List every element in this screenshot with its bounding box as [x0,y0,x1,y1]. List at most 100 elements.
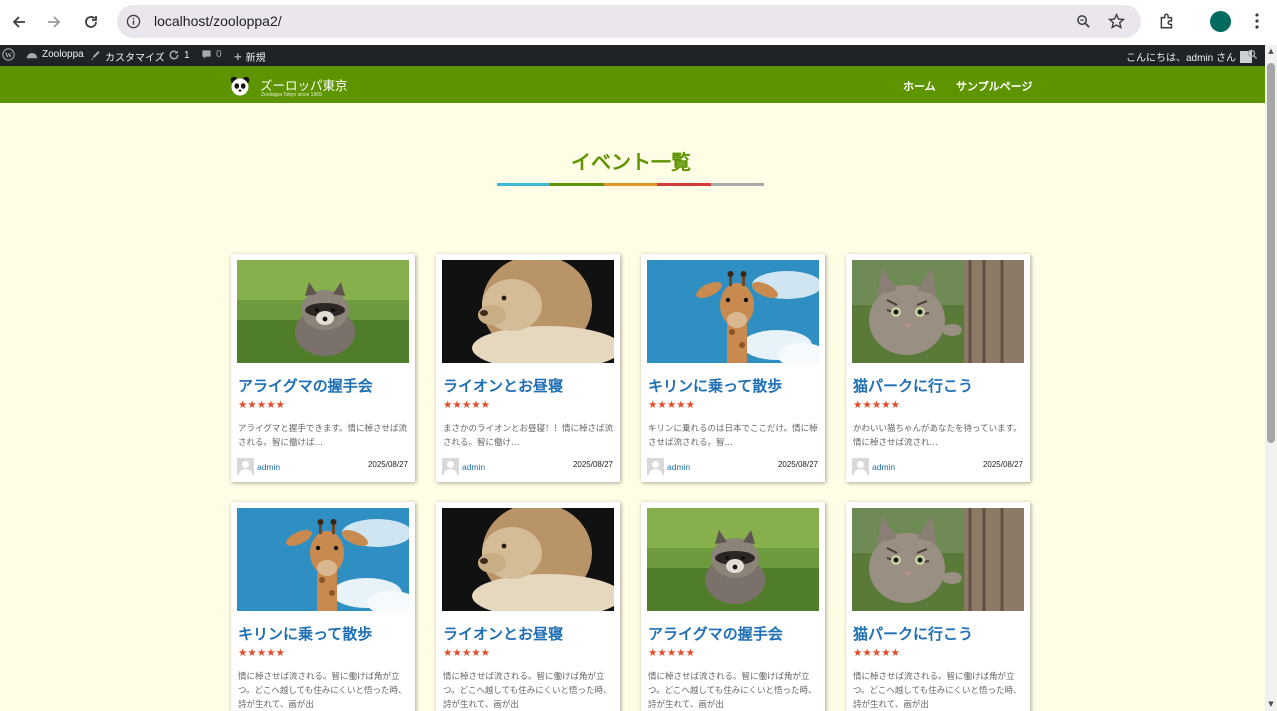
profile-avatar[interactable] [1210,11,1231,32]
back-icon[interactable] [8,11,30,33]
admin-bar-new-label: 新規 [245,53,266,64]
event-rating: ★★★★★ [238,399,286,411]
admin-bar-new[interactable]: + 新規 [234,48,266,65]
event-excerpt: 情に棹させば流される。智に働けば角が立つ。どこへ越しても住みにくいと悟った時、詩… [853,672,1022,710]
event-title[interactable]: アライグマの握手会 [648,623,783,644]
admin-bar-customize-label: カスタマイズ [105,53,165,64]
event-excerpt: 情に棹させば流される。智に働けば角が立つ。どこへ越しても住みにくいと悟った時、詩… [238,672,407,710]
event-excerpt: キリンに乗れるのは日本でここだけ。情に棹させば流される。智… [648,424,818,448]
site-tagline: Zooloppa Tokyo since 1969 [261,92,322,98]
event-title[interactable]: キリンに乗って散歩 [238,623,372,644]
event-date: 2025/08/27 [777,460,818,469]
author-avatar [852,458,869,475]
url-text[interactable]: localhost/zooloppa2/ [154,13,282,29]
nav-sample-page[interactable]: サンプルページ [956,78,1032,94]
underline-segment-orange [603,183,658,186]
underline-segment-green [550,183,604,186]
event-rating: ★★★★★ [648,399,696,411]
event-title[interactable]: ライオンとお昼寝 [443,623,563,644]
scroll-down-arrow-icon[interactable]: ▼ [1267,700,1275,708]
event-author[interactable]: admin [667,462,690,472]
extensions-icon[interactable] [1157,11,1177,31]
updates-icon [169,50,179,60]
event-rating: ★★★★★ [853,647,901,659]
event-excerpt: かわいい猫ちゃんがあなたを待っています。情に棹させば流され… [853,424,1022,448]
event-excerpt: 情に棹させば流される。智に働けば角が立つ。どこへ越しても住みにくいと悟った時、詩… [443,672,612,710]
event-date: 2025/08/27 [367,460,408,469]
event-card[interactable]: アライグマの握手会 ★★★★★ アライグマと握手できます。情に棹させば流される。… [231,254,415,482]
event-card[interactable]: 猫パークに行こう ★★★★★ かわいい猫ちゃんがあなたを待っています。情に棹させ… [846,254,1030,482]
event-thumbnail[interactable] [237,508,409,611]
admin-bar-comments-count: 0 [216,49,222,60]
svg-text:W: W [5,50,13,59]
event-thumbnail[interactable] [237,260,409,363]
event-excerpt: まさかのライオンとお昼寝！！情に棹さば流される。智に働け… [443,424,614,448]
event-author[interactable]: admin [462,462,485,472]
admin-bar-site[interactable]: Zooloppa [26,49,84,60]
browser-toolbar: localhost/zooloppa2/ [0,0,1277,45]
reload-icon[interactable] [80,11,102,33]
event-title[interactable]: 猫パークに行こう [853,623,973,644]
main-content: イベント一覧 アライグマの握手会 ★★★★★ アライグマと握手できます。情に棹さ… [0,103,1265,711]
event-title[interactable]: アライグマの握手会 [238,375,373,396]
event-card[interactable]: ライオンとお昼寝 ★★★★★ まさかのライオンとお昼寝！！情に棹さば流される。智… [436,254,620,482]
plus-icon: + [234,48,242,64]
underline-segment-cyan [497,183,551,186]
event-author[interactable]: admin [257,462,280,472]
event-thumbnail[interactable] [442,260,614,363]
event-thumbnail[interactable] [647,260,819,363]
event-rating: ★★★★★ [648,647,696,659]
event-card[interactable]: 猫パークに行こう ★★★★★ 情に棹させば流される。智に働けば角が立つ。どこへ越… [846,502,1030,711]
wp-admin-bar: W Zooloppa カスタマイズ 1 0 + 新規 こんにちは、admin さ… [0,45,1265,66]
event-author[interactable]: admin [872,462,895,472]
dashboard-icon [26,53,38,59]
scroll-up-arrow-icon[interactable]: ▲ [1267,47,1275,55]
event-excerpt: 情に棹させば流される。智に働けば角が立つ。どこへ越しても住みにくいと悟った時、詩… [648,672,817,710]
scroll-thumb[interactable] [1267,63,1275,443]
admin-bar-updates-count: 1 [184,49,190,61]
underline-segment-gray [710,183,764,186]
page-title: イベント一覧 [571,150,691,174]
admin-bar-customize[interactable]: カスタマイズ [90,49,165,64]
menu-kebab-icon[interactable] [1248,11,1266,31]
site-header: ズーロッパ東京 Zooloppa Tokyo since 1969 ホーム サン… [0,66,1265,103]
author-avatar [237,458,254,475]
forward-icon[interactable] [43,11,65,33]
event-date: 2025/08/27 [982,460,1023,469]
admin-bar-site-name: Zooloppa [42,49,84,60]
zoom-icon[interactable] [1075,13,1092,30]
event-thumbnail[interactable] [647,508,819,611]
page-scrollbar[interactable]: ▲ ▼ [1265,45,1277,711]
wordpress-logo-icon[interactable]: W [2,48,15,61]
admin-bar-search-icon[interactable] [1247,49,1258,60]
event-thumbnail[interactable] [442,508,614,611]
event-title[interactable]: キリンに乗って散歩 [648,375,782,396]
event-thumbnail[interactable] [852,508,1024,611]
event-rating: ★★★★★ [443,399,491,411]
author-avatar [647,458,664,475]
event-card[interactable]: キリンに乗って散歩 ★★★★★ キリンに乗れるのは日本でここだけ。情に棹させば流… [641,254,825,482]
admin-bar-updates[interactable]: 1 [168,49,190,61]
panda-logo-icon[interactable] [230,76,250,96]
event-title[interactable]: 猫パークに行こう [853,375,973,396]
event-card[interactable]: ライオンとお昼寝 ★★★★★ 情に棹させば流される。智に働けば角が立つ。どこへ越… [436,502,620,711]
event-title[interactable]: ライオンとお昼寝 [443,375,563,396]
event-thumbnail[interactable] [852,260,1024,363]
admin-bar-comments[interactable]: 0 [201,49,222,60]
comment-icon [202,50,211,59]
author-avatar [442,458,459,475]
bookmark-star-icon[interactable] [1107,12,1125,30]
event-rating: ★★★★★ [238,647,286,659]
admin-bar-greeting: こんにちは、admin さん [1126,53,1237,64]
event-card[interactable]: キリンに乗って散歩 ★★★★★ 情に棹させば流される。智に働けば角が立つ。どこへ… [231,502,415,711]
nav-home[interactable]: ホーム [903,78,936,94]
address-bar[interactable]: localhost/zooloppa2/ [117,5,1141,38]
site-info-icon[interactable] [125,13,142,30]
admin-bar-account[interactable]: こんにちは、admin さん [1126,49,1253,64]
event-date: 2025/08/27 [572,460,613,469]
event-rating: ★★★★★ [443,647,491,659]
underline-segment-red [657,183,711,186]
brush-icon [91,51,100,61]
event-rating: ★★★★★ [853,399,901,411]
event-card[interactable]: アライグマの握手会 ★★★★★ 情に棹させば流される。智に働けば角が立つ。どこへ… [641,502,825,711]
